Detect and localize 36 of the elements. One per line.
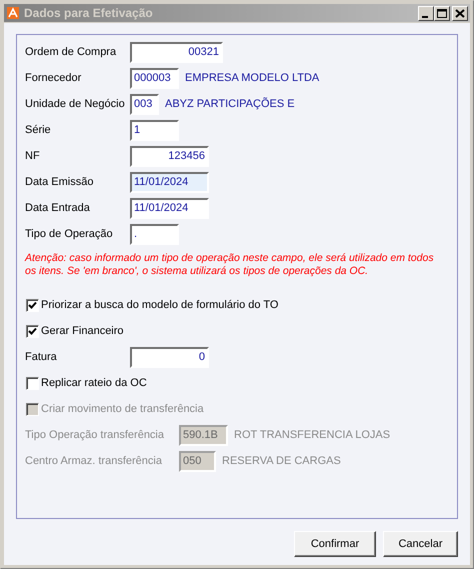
checkbox[interactable]: Priorizar a busca do modelo de formulário do TO bbox=[26, 298, 278, 312]
field-label: Data Emissão bbox=[25, 176, 94, 188]
field-label: Data Entrada bbox=[25, 202, 91, 214]
field-label: Centro Armaz. transferência bbox=[25, 455, 163, 467]
input-field: 590.1B bbox=[179, 424, 228, 446]
field-label: Ordem de Compra bbox=[25, 46, 118, 58]
input-field[interactable]: 123456 bbox=[130, 146, 209, 166]
input-field[interactable]: 1 bbox=[130, 120, 179, 140]
window-title: Dados para Efetivação bbox=[24, 6, 154, 20]
dialog-button[interactable]: Confirmar bbox=[294, 531, 376, 557]
field-label: Tipo de Operação bbox=[25, 228, 114, 240]
field-label: Fatura bbox=[25, 351, 58, 363]
field-label: Fornecedor bbox=[25, 72, 82, 84]
field-description: ROT TRANSFERENCIA LOJAS bbox=[234, 429, 390, 441]
check-icon bbox=[27, 326, 38, 336]
field-label: Tipo Operação transferência bbox=[25, 429, 165, 441]
input-field[interactable]: 003 bbox=[130, 94, 159, 114]
field-description: ABYZ PARTICIPAÇÕES E bbox=[165, 98, 295, 110]
input-field[interactable]: 000003 bbox=[130, 68, 179, 88]
input-field[interactable]: . bbox=[130, 224, 179, 244]
checkbox[interactable]: Replicar rateio da OC bbox=[26, 376, 147, 390]
input-field[interactable]: 11/01/2024 bbox=[130, 172, 209, 192]
app-icon bbox=[7, 7, 19, 19]
input-field[interactable]: 00321 bbox=[130, 42, 223, 62]
input-field[interactable]: 0 bbox=[130, 346, 209, 368]
field-description: EMPRESA MODELO LTDA bbox=[185, 72, 320, 84]
input-field: 050 bbox=[179, 450, 216, 472]
input-field[interactable]: 11/01/2024 bbox=[130, 198, 209, 218]
dialog-button[interactable]: Cancelar bbox=[383, 531, 458, 557]
field-label: NF bbox=[25, 150, 41, 162]
field-label: Série bbox=[25, 124, 52, 136]
check-icon bbox=[27, 300, 38, 310]
checkbox[interactable]: Gerar Financeiro bbox=[26, 324, 124, 338]
field-description: RESERVA DE CARGAS bbox=[222, 455, 341, 467]
field-label: Unidade de Negócio bbox=[25, 98, 126, 110]
warning-text: Atenção: caso informado um tipo de operação neste campo, ele será utilizado em todos os itens. Se 'em branco', o sistema utilizará os tipos de operações da OC. bbox=[25, 252, 435, 278]
